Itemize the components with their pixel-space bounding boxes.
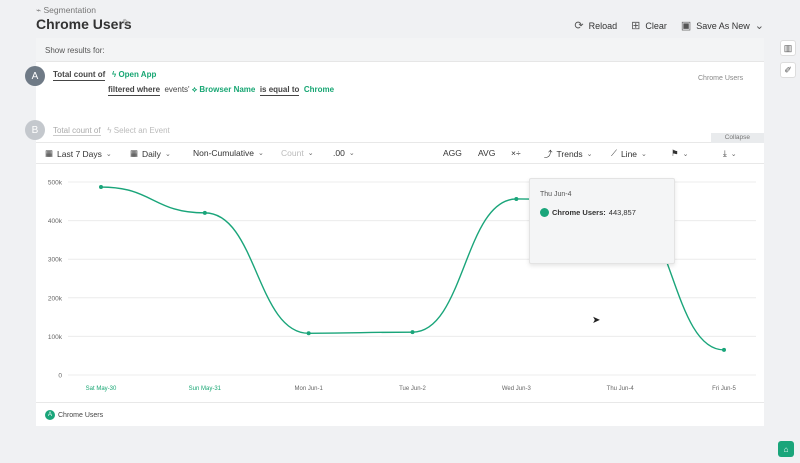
trend-icon: ⤴: [544, 149, 553, 159]
event-select-b[interactable]: ϟ Select an Event: [107, 126, 170, 135]
chevron-down-icon: ⌄: [105, 150, 112, 158]
data-point: [722, 347, 726, 352]
calendar-clock-icon: ▦: [130, 148, 139, 158]
home-icon[interactable]: ⌂: [778, 441, 794, 457]
tooltip-value: 443,857: [608, 208, 636, 217]
header-actions: ⟳ Reload ⊞ Clear ▣ Save As New ⌄: [574, 19, 764, 32]
paint-brush-icon[interactable]: ✐: [780, 62, 796, 78]
query-b-row: Total count of ϟ Select an Event: [53, 126, 170, 136]
y-tick-label: 500k: [48, 180, 63, 187]
chevron-down-icon: ⌄: [586, 151, 593, 158]
measure-select[interactable]: Total count of: [53, 70, 106, 81]
chart-type-select[interactable]: ⟋ Line ⌄: [611, 148, 647, 159]
show-results-label: Show results for:: [45, 46, 105, 55]
reload-button[interactable]: ⟳ Reload: [574, 19, 617, 32]
y-tick-label: 300k: [48, 257, 63, 264]
chevron-down-icon: ⌄: [754, 20, 764, 32]
legend-badge: A: [45, 410, 55, 420]
line-chart-icon: ⟋: [611, 148, 617, 158]
chevron-down-icon: ⌄: [641, 150, 647, 158]
chart-legend: A Chrome Users: [36, 402, 764, 426]
tooltip-series-name: Chrome Users:: [552, 208, 606, 217]
mouse-cursor-icon: ➤: [592, 315, 601, 326]
export-select[interactable]: ⤓ ⌄: [723, 148, 737, 159]
reload-icon: ⟳: [574, 20, 584, 32]
formula-icon[interactable]: ×÷: [511, 148, 521, 158]
flag-icon: ⚑: [671, 148, 679, 158]
data-point: [99, 185, 103, 190]
query-b-badge[interactable]: B: [25, 120, 45, 140]
chevron-down-icon: ⌄: [164, 150, 171, 158]
operator-select[interactable]: is equal to: [259, 85, 300, 96]
top-bar: ⌁ Segmentation Chrome Users ✎ ⟳ Reload ⊞ C…: [0, 0, 800, 38]
page-title: Chrome Users: [36, 16, 132, 32]
data-point: [514, 196, 519, 201]
y-tick-label: 0: [58, 373, 62, 380]
measure-select-b[interactable]: Total count of: [53, 126, 101, 136]
x-tick-label: Tue Jun-2: [399, 386, 426, 392]
legend-label[interactable]: Chrome Users: [58, 412, 103, 419]
chevron-down-icon: ⌄: [257, 150, 264, 157]
tooltip-row: Chrome Users: 443,857: [540, 208, 636, 217]
chevron-down-icon: ⌄: [730, 150, 737, 158]
avg-button[interactable]: AVG: [478, 148, 495, 158]
columns-icon[interactable]: ▥: [780, 40, 796, 56]
y-tick-label: 200k: [48, 295, 63, 302]
clear-icon: ⊞: [631, 20, 641, 32]
panel-header: Show results for:: [36, 38, 764, 62]
y-tick-label: 400k: [48, 218, 63, 225]
annotations-select[interactable]: ⚑ ⌄: [671, 148, 689, 159]
breadcrumb[interactable]: ⌁ Segmentation: [36, 5, 96, 16]
data-point: [306, 331, 311, 336]
chart-tooltip: Thu Jun-4 Chrome Users: 443,857: [529, 178, 675, 264]
property-select[interactable]: ⟡ Browser Name: [192, 85, 256, 94]
decimals-select[interactable]: .00 ⌄: [333, 148, 355, 158]
collapse-button[interactable]: Collapse: [710, 133, 764, 143]
x-tick-label: Fri Jun-5: [712, 386, 736, 392]
calendar-icon: ▦: [45, 148, 54, 158]
query-a-filter-row: filtered where events' ⟡ Browser Name is…: [108, 85, 335, 96]
chevron-down-icon: ⌄: [348, 150, 355, 157]
query-a-badge[interactable]: A: [25, 66, 45, 86]
chart-toolbar: Collapse ▦ Last 7 Days ⌄ ▦ Daily ⌄ Non-Cumul…: [36, 133, 764, 164]
y-tick-label: 100k: [48, 334, 63, 341]
tooltip-date: Thu Jun-4: [540, 191, 572, 198]
value-select[interactable]: Chrome: [304, 85, 334, 94]
agg-button[interactable]: AGG: [443, 148, 462, 158]
x-tick-label: Mon Jun-1: [294, 386, 323, 392]
chevron-down-icon: ⌄: [682, 150, 689, 158]
save-as-new-button[interactable]: ▣ Save As New ⌄: [681, 19, 764, 32]
segment-name-label: Chrome Users: [698, 75, 744, 82]
filtered-where-label[interactable]: filtered where: [108, 85, 161, 96]
query-a-row: Total count of ϟ Open App: [53, 70, 156, 81]
interval-select[interactable]: ▦ Daily ⌄: [130, 148, 171, 159]
clear-button[interactable]: ⊞ Clear: [631, 19, 667, 32]
x-tick-label: Sat May-30: [86, 386, 117, 392]
edit-title-icon[interactable]: ✎: [122, 18, 134, 30]
trends-select[interactable]: ⤴ Trends ⌄: [544, 148, 593, 160]
event-select[interactable]: ϟ Open App: [112, 70, 156, 79]
chevron-down-icon: ⌄: [307, 150, 314, 157]
series-color-dot: [540, 208, 549, 217]
data-point: [410, 330, 415, 335]
x-tick-label: Sun May-31: [189, 386, 222, 392]
x-tick-label: Wed Jun-3: [502, 386, 532, 392]
date-range-select[interactable]: ▦ Last 7 Days ⌄: [45, 148, 112, 159]
download-icon: ⤓: [723, 148, 727, 158]
save-icon: ▣: [680, 20, 692, 32]
cumulative-select[interactable]: Non-Cumulative ⌄: [193, 148, 264, 158]
data-point: [202, 210, 207, 215]
count-select[interactable]: Count ⌄: [281, 148, 314, 158]
x-tick-label: Thu Jun-4: [607, 386, 635, 392]
segmentation-icon: ⌁: [36, 5, 42, 15]
